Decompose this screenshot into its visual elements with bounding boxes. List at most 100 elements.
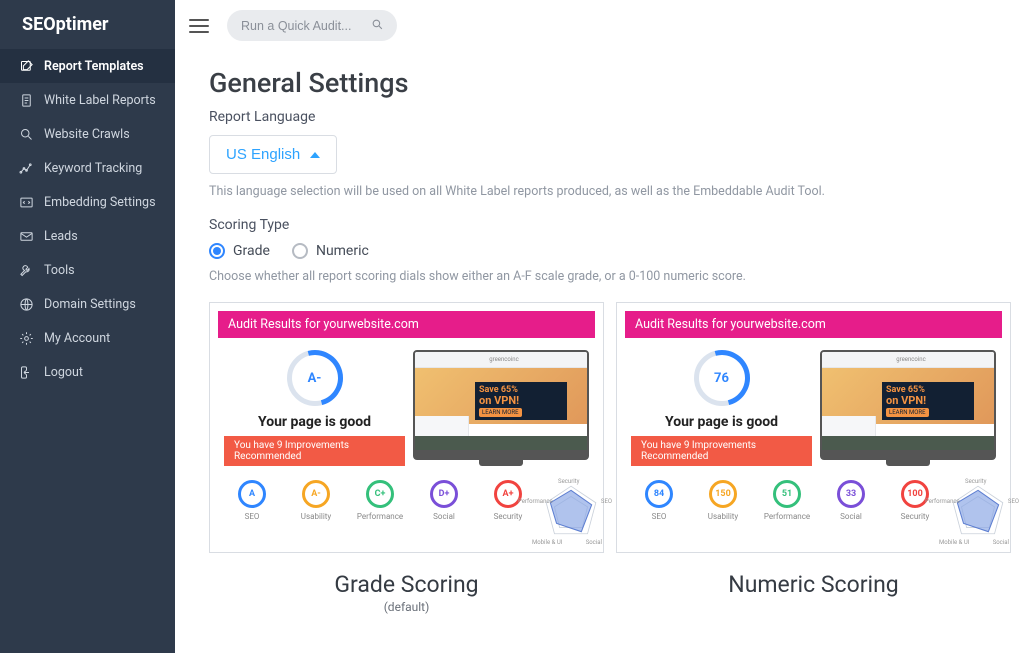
- gear-icon: [18, 330, 34, 346]
- preview-header: Audit Results for yourwebsite.com: [218, 311, 595, 338]
- metric-label: Security: [494, 512, 523, 521]
- caption-numeric: Numeric Scoring: [728, 571, 898, 598]
- metric-ring: 33: [837, 480, 865, 508]
- improve-banner: You have 9 Improvements Recommended: [631, 436, 812, 466]
- scoring-type-radios: Grade Numeric: [209, 243, 1011, 259]
- radio-numeric[interactable]: Numeric: [292, 243, 369, 259]
- preview-card-grade: Audit Results for yourwebsite.com A- You…: [209, 302, 604, 553]
- topbar: [175, 0, 1024, 47]
- caption-grade: Grade Scoring: [334, 571, 478, 598]
- search-icon: [371, 16, 384, 35]
- monitor-preview: greencoinc Save 65% on VPN! LEARN MORE: [820, 350, 996, 466]
- document-icon: [18, 92, 34, 108]
- metric-label: Usability: [708, 512, 738, 521]
- metric-label: SEO: [245, 512, 260, 521]
- main-score-ring: 76: [694, 350, 750, 406]
- radio-dot-icon: [209, 243, 225, 259]
- main-score-value: A-: [292, 355, 338, 401]
- metric-label: SEO: [652, 512, 667, 521]
- monitor-vpn: on VPN!: [479, 395, 519, 406]
- sidebar-item-tools[interactable]: Tools: [0, 253, 175, 287]
- monitor-brand: greencoinc: [822, 352, 994, 368]
- main-score-value: 76: [699, 355, 745, 401]
- caption-grade-sub: (default): [384, 600, 430, 614]
- sidebar-item-website-crawls[interactable]: Website Crawls: [0, 117, 175, 151]
- metric-ring: 150: [709, 480, 737, 508]
- good-text: Your page is good: [665, 414, 778, 430]
- radio-grade[interactable]: Grade: [209, 243, 270, 259]
- search-input-wrap[interactable]: [227, 10, 397, 41]
- metric-ring: A-: [302, 480, 330, 508]
- sidebar-item-white-label-reports[interactable]: White Label Reports: [0, 83, 175, 117]
- sidebar: SEOptimer Report Templates White Label R…: [0, 0, 175, 653]
- sidebar-item-label: Tools: [44, 263, 75, 278]
- sidebar-item-logout[interactable]: Logout: [0, 355, 175, 389]
- graph-icon: [18, 160, 34, 176]
- good-text: Your page is good: [258, 414, 371, 430]
- radio-dot-icon: [292, 243, 308, 259]
- logout-icon: [18, 364, 34, 380]
- radio-numeric-label: Numeric: [316, 243, 369, 259]
- menu-toggle-icon[interactable]: [185, 15, 213, 37]
- metric-ring: 84: [645, 480, 673, 508]
- sidebar-item-label: Keyword Tracking: [44, 161, 142, 176]
- wrench-icon: [18, 262, 34, 278]
- radar-chart-icon: Security SEO Social Mobile & UI Performa…: [540, 480, 602, 542]
- nav-list: Report Templates White Label Reports Web…: [0, 49, 175, 389]
- sidebar-item-label: Domain Settings: [44, 297, 136, 312]
- report-language-help: This language selection will be used on …: [209, 184, 1011, 199]
- scoring-type-help: Choose whether all report scoring dials …: [209, 269, 1011, 284]
- scoring-type-label: Scoring Type: [209, 217, 1011, 233]
- metric-label: Social: [433, 512, 455, 521]
- metric-label: Security: [901, 512, 930, 521]
- monitor-preview: greencoinc Save 65% on VPN! LEARN MORE: [413, 350, 589, 466]
- sidebar-item-embedding-settings[interactable]: Embedding Settings: [0, 185, 175, 219]
- monitor-vpn: on VPN!: [886, 395, 926, 406]
- sidebar-item-domain-settings[interactable]: Domain Settings: [0, 287, 175, 321]
- metric-ring: A: [238, 480, 266, 508]
- improve-banner: You have 9 Improvements Recommended: [224, 436, 405, 466]
- sidebar-item-label: Report Templates: [44, 59, 144, 74]
- sidebar-item-label: White Label Reports: [44, 93, 156, 108]
- report-language-label: Report Language: [209, 109, 1011, 125]
- previews: Audit Results for yourwebsite.com A- You…: [209, 302, 1011, 614]
- preview-col-numeric: Audit Results for yourwebsite.com 76 You…: [616, 302, 1011, 614]
- metric-ring: D+: [430, 480, 458, 508]
- sidebar-item-report-templates[interactable]: Report Templates: [0, 49, 175, 83]
- page-title: General Settings: [209, 67, 1011, 99]
- code-box-icon: [18, 194, 34, 210]
- sidebar-item-my-account[interactable]: My Account: [0, 321, 175, 355]
- preview-card-numeric: Audit Results for yourwebsite.com 76 You…: [616, 302, 1011, 553]
- metric-label: Performance: [764, 512, 810, 521]
- main-score-ring: A-: [287, 350, 343, 406]
- sidebar-item-label: Embedding Settings: [44, 195, 156, 210]
- metric-label: Social: [840, 512, 862, 521]
- sidebar-item-leads[interactable]: Leads: [0, 219, 175, 253]
- metric-ring: C+: [366, 480, 394, 508]
- radio-grade-label: Grade: [233, 243, 270, 259]
- sidebar-item-label: Website Crawls: [44, 127, 130, 142]
- metric-label: Usability: [301, 512, 331, 521]
- globe-icon: [18, 296, 34, 312]
- monitor-brand: greencoinc: [415, 352, 587, 368]
- monitor-cta: LEARN MORE: [479, 408, 522, 417]
- content: General Settings Report Language US Engl…: [175, 47, 1024, 653]
- radar-chart-icon: Security SEO Social Mobile & UI Performa…: [947, 480, 1009, 542]
- edit-icon: [18, 58, 34, 74]
- brand-label: SEOptimer: [22, 14, 109, 35]
- search-input[interactable]: [241, 19, 361, 33]
- metric-ring: 51: [773, 480, 801, 508]
- preview-header: Audit Results for yourwebsite.com: [625, 311, 1002, 338]
- main: General Settings Report Language US Engl…: [175, 0, 1024, 653]
- metric-label: Performance: [357, 512, 403, 521]
- sidebar-item-label: My Account: [44, 331, 110, 346]
- sidebar-item-label: Logout: [44, 365, 83, 380]
- metrics-row-numeric: 84 SEO 150 Usability 51 Performance 33 Socia…: [633, 480, 941, 521]
- magnify-page-icon: [18, 126, 34, 142]
- sidebar-item-keyword-tracking[interactable]: Keyword Tracking: [0, 151, 175, 185]
- report-language-select[interactable]: US English: [209, 135, 337, 174]
- metrics-row-grade: ASEO A-Usability C+Performance D+Social …: [226, 480, 534, 521]
- monitor-cta: LEARN MORE: [886, 408, 929, 417]
- sidebar-item-label: Leads: [44, 229, 78, 244]
- preview-col-grade: Audit Results for yourwebsite.com A- You…: [209, 302, 604, 614]
